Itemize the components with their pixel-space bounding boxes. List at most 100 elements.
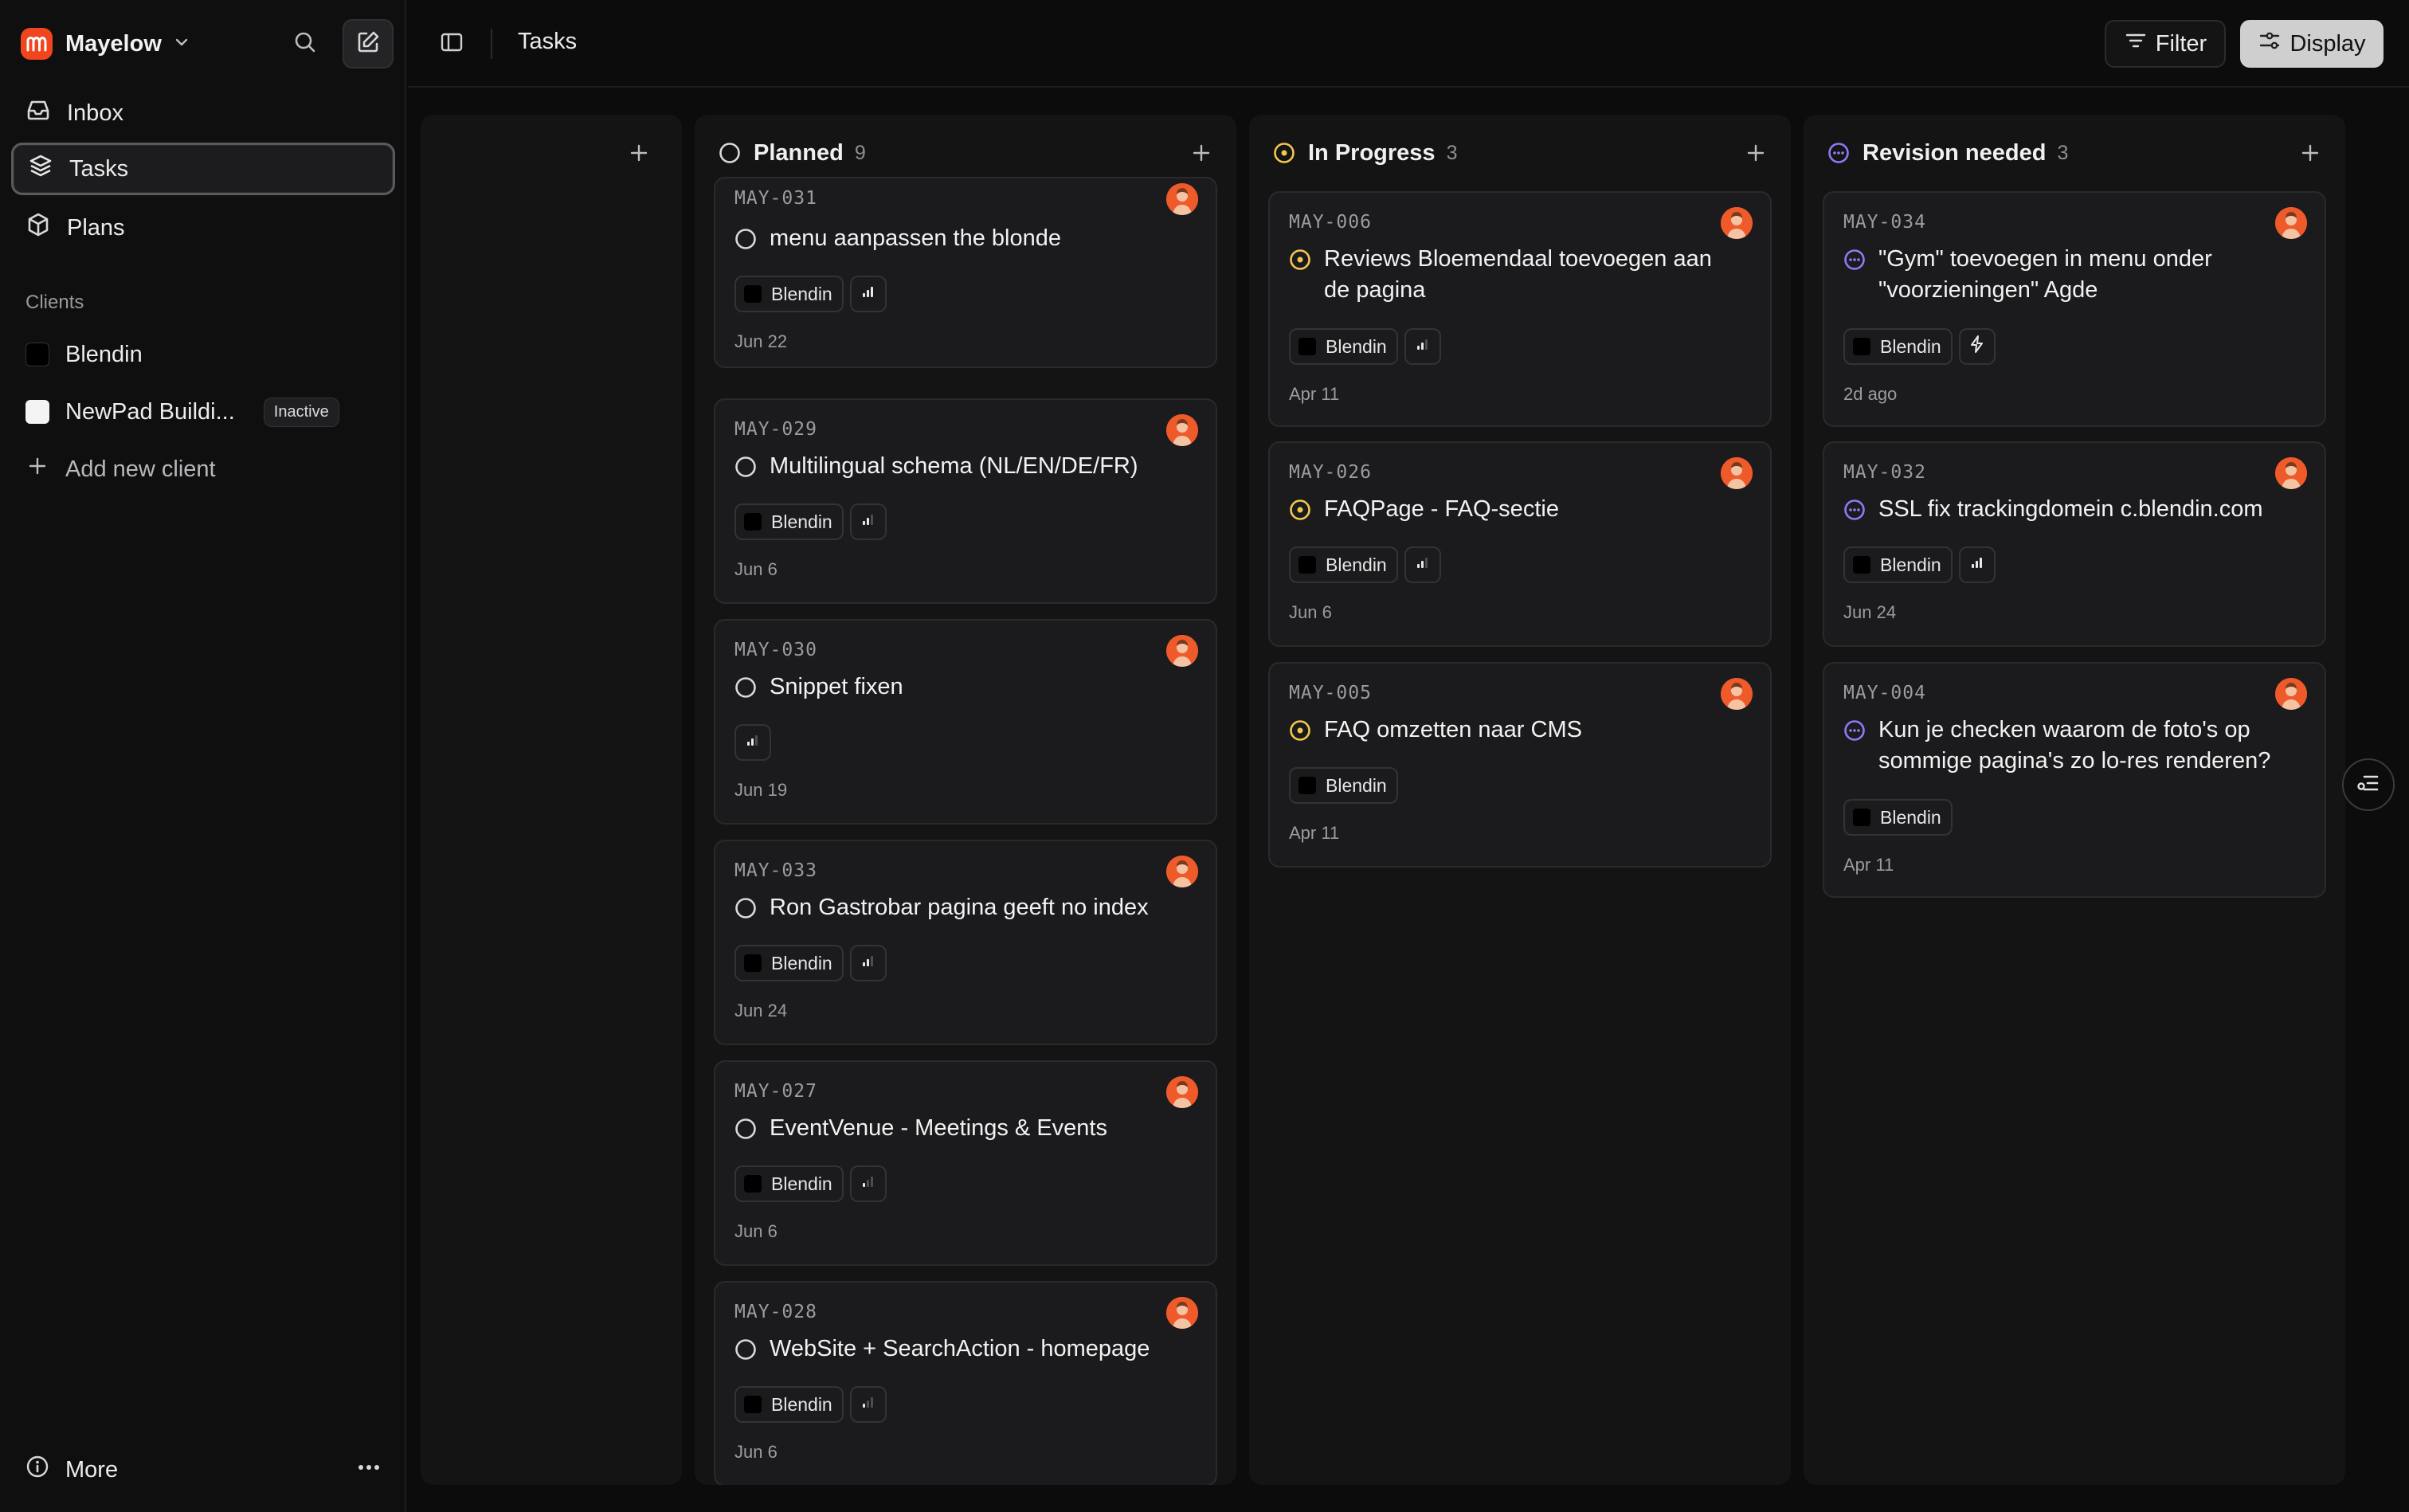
priority-medium-icon [1413,335,1432,358]
sidebar-toggle-button[interactable] [432,24,472,64]
client-tag[interactable]: Blendin [1289,328,1398,365]
client-tag[interactable]: Blendin [734,945,844,981]
task-card[interactable]: MAY-029 Multilingual schema (NL/EN/DE/FR… [714,398,1217,604]
priority-tag[interactable] [1958,546,1996,583]
priority-tag[interactable] [1404,328,1441,365]
status-revision-icon[interactable] [1843,249,1866,271]
status-planned-icon[interactable] [734,228,757,250]
task-date: Jun 19 [734,780,788,800]
status-planned-icon[interactable] [734,1118,757,1140]
more-options-icon[interactable] [357,1459,381,1479]
sidebar-client-newpad[interactable]: NewPad Buildi... Inactive [11,386,395,438]
client-tag[interactable]: Blendin [734,1165,844,1202]
priority-tag[interactable] [849,1165,887,1202]
client-tag[interactable]: Blendin [1843,328,1953,365]
divider [491,29,492,59]
task-card[interactable]: MAY-026 FAQPage - FAQ-sectie Blendin Jun… [1268,441,1772,647]
filter-button[interactable]: Filter [2105,20,2226,68]
add-card-button[interactable] [628,142,650,168]
client-tag[interactable]: Blendin [1843,799,1953,836]
board-column-planned: Planned 9 MAY-031 menu aanpassen the blo… [695,115,1236,1485]
column-count: 3 [2057,141,2069,164]
task-card[interactable]: MAY-004 Kun je checken waarom de foto's … [1823,662,2326,898]
add-card-button[interactable] [1745,142,1767,168]
status-planned-icon[interactable] [734,897,757,919]
task-title: EventVenue - Meetings & Events [770,1115,1107,1141]
status-in-progress-icon[interactable] [1289,499,1311,521]
task-card[interactable]: MAY-033 Ron Gastrobar pagina geeft no in… [714,840,1217,1045]
client-tag[interactable]: Blendin [734,276,844,312]
avatar[interactable] [1166,1076,1198,1108]
avatar[interactable] [2275,207,2307,239]
avatar[interactable] [1166,856,1198,887]
task-id: MAY-033 [734,860,817,881]
side-panel-button[interactable] [2342,758,2395,811]
task-card[interactable]: MAY-028 WebSite + SearchAction - homepag… [714,1281,1217,1485]
task-card[interactable]: MAY-006 Reviews Bloemendaal toevoegen aa… [1268,191,1772,427]
priority-medium-icon [859,951,878,975]
search-button[interactable] [285,24,325,64]
client-tag[interactable]: Blendin [734,503,844,540]
task-title: FAQ omzetten naar CMS [1324,717,1582,742]
task-date: Jun 6 [1289,602,1332,622]
priority-tag[interactable] [849,503,887,540]
task-card[interactable]: MAY-030 Snippet fixen Jun 19 [714,619,1217,825]
status-revision-icon[interactable] [1843,499,1866,521]
avatar[interactable] [1166,414,1198,446]
status-in-progress-icon[interactable] [1289,249,1311,271]
status-planned-icon[interactable] [734,676,757,699]
column-header[interactable]: Revision needed 3 [1804,115,2345,191]
client-tag[interactable]: Blendin [1289,546,1398,583]
avatar[interactable] [1721,207,1753,239]
avatar[interactable] [1166,635,1198,667]
column-header[interactable]: In Progress 3 [1249,115,1791,191]
task-title: SSL fix trackingdomein c.blendin.com [1878,496,2263,522]
task-id: MAY-034 [1843,212,1926,233]
priority-tag[interactable] [849,1386,887,1423]
task-id: MAY-030 [734,640,817,660]
client-tag[interactable]: Blendin [1289,767,1398,804]
priority-tag[interactable] [734,724,771,761]
add-client-button[interactable]: Add new client [11,443,395,496]
sidebar-client-blendin[interactable]: Blendin [11,328,395,381]
status-planned-icon[interactable] [734,456,757,478]
status-revision-icon[interactable] [1843,719,1866,742]
client-tag[interactable]: Blendin [1843,546,1953,583]
client-tag[interactable]: Blendin [734,1386,844,1423]
task-title-row: menu aanpassen the blonde [734,223,1184,254]
client-logo-icon [1299,338,1316,355]
priority-tag[interactable] [849,945,887,981]
priority-tag[interactable] [1404,546,1441,583]
board-column-in-progress: In Progress 3 MAY-006 Reviews Bloemendaa… [1249,115,1791,1485]
sidebar-item-plans[interactable]: Plans [11,202,395,254]
avatar[interactable] [2275,457,2307,489]
avatar[interactable] [1166,183,1198,215]
avatar[interactable] [1721,457,1753,489]
workspace-switcher[interactable]: Mayelow [21,24,190,64]
layers-icon [28,153,53,185]
workspace-name: Mayelow [65,30,162,57]
task-tags: Blendin [1289,328,1447,365]
task-card[interactable]: MAY-034 "Gym" toevoegen in menu onder "v… [1823,191,2326,427]
sidebar-item-tasks[interactable]: Tasks [11,143,395,195]
status-in-progress-icon[interactable] [1289,719,1311,742]
add-card-button[interactable] [2299,142,2321,168]
sidebar-item-inbox[interactable]: Inbox [11,87,395,139]
task-card[interactable]: MAY-027 EventVenue - Meetings & Events B… [714,1060,1217,1266]
priority-tag[interactable] [1958,328,1996,365]
client-logo-icon [1853,338,1870,355]
status-revision-icon [1827,142,1850,164]
avatar[interactable] [2275,678,2307,710]
more-button[interactable]: More [25,1455,118,1485]
task-card[interactable]: MAY-032 SSL fix trackingdomein c.blendin… [1823,441,2326,647]
task-card[interactable]: MAY-005 FAQ omzetten naar CMS Blendin Ap… [1268,662,1772,868]
new-task-button[interactable] [343,19,394,69]
add-card-button[interactable] [1190,142,1212,168]
status-planned-icon[interactable] [734,1338,757,1361]
priority-tag[interactable] [849,276,887,312]
avatar[interactable] [1166,1297,1198,1329]
display-button[interactable]: Display [2240,20,2384,68]
task-card[interactable]: MAY-031 menu aanpassen the blonde Blendi… [714,177,1217,368]
chevron-down-icon [173,33,190,55]
avatar[interactable] [1721,678,1753,710]
